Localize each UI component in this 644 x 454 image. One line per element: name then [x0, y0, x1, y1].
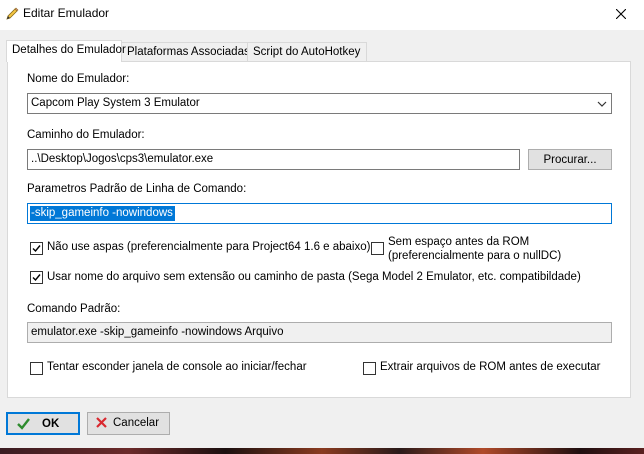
filename-only-label: Usar nome do arquivo sem extensão ou cam…: [47, 271, 581, 283]
extract-rom-label: Extrair arquivos de ROM antes de executa…: [380, 361, 601, 373]
command-line-value: -skip_gameinfo -nowindows: [30, 206, 175, 221]
tab-label: Detalhes do Emulador: [12, 44, 126, 56]
close-button[interactable]: [598, 0, 644, 30]
default-command-field: emulator.exe -skip_gameinfo -nowindows A…: [27, 322, 612, 343]
no-space-before-rom-label: Sem espaço antes da ROM: [388, 236, 530, 248]
checkmark-icon: [32, 274, 41, 282]
close-icon: [615, 8, 627, 22]
browse-button[interactable]: Procurar...: [528, 149, 612, 170]
hide-console-checkbox[interactable]: [30, 362, 43, 375]
emulator-path-label: Caminho do Emulador:: [27, 129, 145, 141]
no-space-before-rom-sublabel: (preferencialmente para o nullDC): [388, 250, 562, 262]
extract-rom-checkbox[interactable]: [363, 362, 376, 375]
window-title: Editar Emulador: [23, 6, 110, 20]
tab-emulator-details[interactable]: Detalhes do Emulador: [6, 40, 126, 62]
edit-emulator-dialog: Editar Emulador Detalhes do Emulador Pla…: [0, 0, 644, 448]
chevron-down-icon[interactable]: [597, 99, 607, 107]
pencil-edit-icon: [4, 6, 20, 22]
ok-button[interactable]: OK: [6, 412, 80, 435]
no-quotes-checkbox[interactable]: [30, 242, 43, 255]
no-space-before-rom-checkbox[interactable]: [371, 242, 384, 255]
tab-label: Plataformas Associadas: [127, 46, 250, 58]
command-line-label: Parametros Padrão de Linha de Comando:: [27, 183, 247, 195]
tab-associated-platforms[interactable]: Plataformas Associadas: [121, 42, 250, 61]
command-line-input[interactable]: -skip_gameinfo -nowindows: [27, 203, 612, 224]
default-command-label: Comando Padrão:: [27, 303, 121, 315]
default-command-value: emulator.exe -skip_gameinfo -nowindows A…: [31, 326, 284, 338]
cancel-button[interactable]: Cancelar: [87, 412, 170, 435]
filename-only-checkbox[interactable]: [30, 271, 43, 284]
tab-autohotkey-script[interactable]: Script do AutoHotkey: [247, 42, 367, 61]
cancel-button-label: Cancelar: [113, 417, 160, 429]
browse-button-label: Procurar...: [543, 153, 597, 166]
emulator-path-value: ..\Desktop\Jogos\cps3\emulator.exe: [31, 153, 214, 165]
red-x-icon: [96, 417, 107, 431]
no-quotes-label: Não use aspas (preferencialmente para Pr…: [47, 241, 371, 253]
hide-console-label: Tentar esconder janela de console ao ini…: [47, 361, 307, 373]
ok-button-label: OK: [42, 418, 60, 430]
checkmark-icon: [17, 418, 30, 433]
title-bar[interactable]: Editar Emulador: [0, 0, 644, 30]
emulator-name-value: Capcom Play System 3 Emulator: [31, 97, 200, 109]
tab-label: Script do AutoHotkey: [253, 46, 361, 58]
checkmark-icon: [32, 245, 41, 253]
emulator-name-label: Nome do Emulador:: [27, 73, 130, 85]
background-wallpaper-strip: [0, 448, 644, 454]
emulator-name-combobox[interactable]: Capcom Play System 3 Emulator: [27, 93, 612, 114]
emulator-path-input[interactable]: ..\Desktop\Jogos\cps3\emulator.exe: [27, 149, 520, 170]
